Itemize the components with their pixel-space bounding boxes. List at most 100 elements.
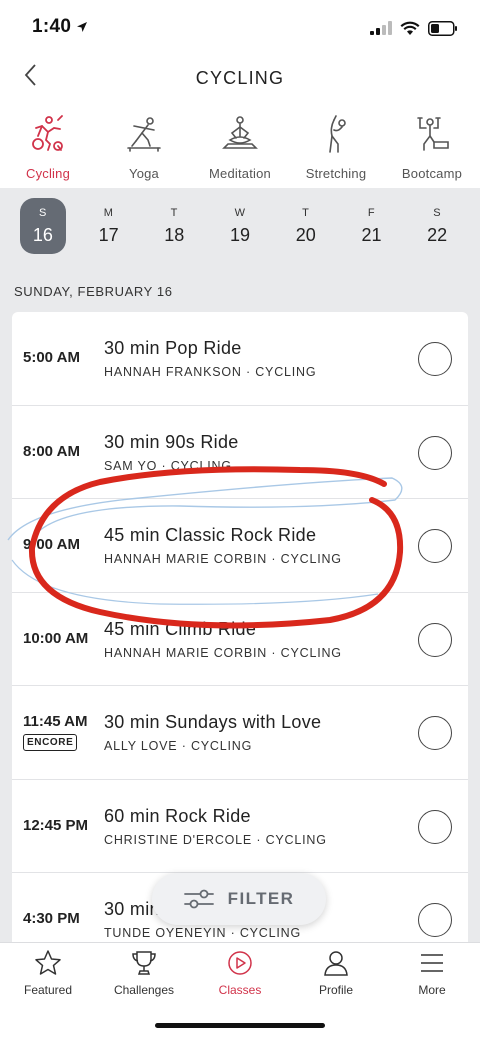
day-16[interactable]: S 16 <box>10 188 76 264</box>
date-header: SUNDAY, FEBRUARY 16 <box>14 284 173 299</box>
class-select-toggle[interactable] <box>418 435 452 470</box>
class-title: 60 min Rock Ride <box>104 805 251 826</box>
class-select-toggle[interactable] <box>418 809 452 844</box>
tab-more[interactable]: More <box>384 943 480 1038</box>
class-row[interactable]: 10:00 AM 45 min Climb Ride HANNAH MARIE … <box>12 593 468 686</box>
category-stretching[interactable]: Stretching <box>288 108 384 188</box>
class-instructor: ALLY LOVE <box>104 739 178 753</box>
class-meta: ALLY LOVE · CYCLING <box>104 739 253 753</box>
cycling-icon <box>32 115 63 151</box>
day-number: 22 <box>427 224 448 245</box>
class-title: 45 min Climb Ride <box>104 618 257 639</box>
day-number: 16 <box>32 224 53 245</box>
navigation-bar: CYCLING <box>0 56 480 102</box>
category-label: Yoga <box>129 166 159 181</box>
class-time: 9:00 AM <box>23 536 80 553</box>
class-select-toggle[interactable] <box>418 716 452 750</box>
class-row[interactable]: 9:00 AM 45 min Classic Rock Ride HANNAH … <box>12 499 468 593</box>
day-letter: T <box>302 206 310 219</box>
class-row[interactable]: 8:00 AM 30 min 90s Ride SAM YO · CYCLING <box>12 406 468 499</box>
day-number: 20 <box>295 224 316 245</box>
class-meta: CHRISTINE D'ERCOLE · CYCLING <box>104 832 327 847</box>
tab-label: Classes <box>218 983 262 997</box>
day-letter: S <box>433 206 442 219</box>
class-time: 4:30 PM <box>23 910 80 927</box>
class-select-toggle[interactable] <box>418 529 452 563</box>
tab-label: Profile <box>318 983 353 997</box>
day-letter: M <box>103 206 114 219</box>
class-row[interactable]: 12:45 PM 60 min Rock Ride CHRISTINE D'ER… <box>12 780 468 873</box>
person-icon <box>324 951 348 976</box>
category-label: Bootcamp <box>401 166 463 181</box>
day-22[interactable]: S 22 <box>404 188 470 264</box>
location-arrow-icon <box>77 22 87 32</box>
class-meta: HANNAH FRANKSON · CYCLING <box>104 365 317 379</box>
status-time: 1:40 <box>32 16 72 37</box>
class-title: 30 min 90s Ride <box>104 431 239 452</box>
schedule-content: SUNDAY, FEBRUARY 16 5:00 AM 30 min Pop R… <box>0 264 480 942</box>
class-time: 8:00 AM <box>23 442 80 460</box>
class-instructor: HANNAH FRANKSON <box>104 365 242 379</box>
class-category: CYCLING <box>170 458 232 473</box>
class-row[interactable]: 11:45 AM ENCORE 30 min Sundays with Love… <box>12 686 468 780</box>
day-number: 17 <box>98 224 119 245</box>
home-indicator <box>155 1023 325 1028</box>
class-category: CYCLING <box>239 926 302 940</box>
day-19[interactable]: W 19 <box>207 188 273 264</box>
class-list: 5:00 AM 30 min Pop Ride HANNAH FRANKSON … <box>12 312 468 942</box>
star-icon <box>35 950 61 975</box>
bootcamp-icon <box>417 117 449 151</box>
class-select-toggle[interactable] <box>418 622 452 657</box>
category-label: Cycling <box>25 166 71 181</box>
category-cycling[interactable]: Cycling <box>0 108 96 188</box>
class-instructor: TUNDE OYENEYIN <box>104 926 227 940</box>
class-category: CYCLING <box>280 645 342 660</box>
day-17[interactable]: M 17 <box>76 188 142 264</box>
category-yoga[interactable]: Yoga <box>96 108 192 188</box>
category-bootcamp[interactable]: Bootcamp <box>384 108 480 188</box>
yoga-icon <box>127 117 161 152</box>
play-circle-icon <box>228 951 252 975</box>
class-meta: HANNAH MARIE CORBIN · CYCLING <box>104 552 342 566</box>
class-select-toggle[interactable] <box>418 342 452 376</box>
class-row[interactable]: 5:00 AM 30 min Pop Ride HANNAH FRANKSON … <box>12 312 468 406</box>
day-letter: S <box>38 206 47 219</box>
tab-featured[interactable]: Featured <box>0 943 96 1038</box>
class-meta: TUNDE OYENEYIN · CYCLING <box>104 926 302 940</box>
day-number: 19 <box>230 224 251 245</box>
category-meditation[interactable]: Meditation <box>192 108 288 188</box>
class-time: 12:45 PM <box>23 816 89 834</box>
class-category: CYCLING <box>280 552 342 566</box>
encore-badge: ENCORE <box>23 734 78 751</box>
class-title: 30 min Sundays with Love <box>104 712 322 732</box>
class-category: CYCLING <box>255 365 317 379</box>
status-icons <box>370 18 458 38</box>
class-time: 10:00 AM <box>23 629 89 647</box>
class-instructor: CHRISTINE D'ERCOLE <box>104 832 253 847</box>
day-letter: F <box>367 206 376 219</box>
sliders-icon <box>183 889 214 909</box>
menu-icon <box>421 954 443 972</box>
class-category: CYCLING <box>265 832 327 847</box>
filter-button[interactable]: FILTER <box>152 873 326 925</box>
class-time: 5:00 AM <box>23 349 80 366</box>
filter-label: FILTER <box>227 889 295 908</box>
category-label: Stretching <box>305 166 367 181</box>
day-21[interactable]: F 21 <box>339 188 405 264</box>
class-meta: HANNAH MARIE CORBIN · CYCLING <box>104 645 342 660</box>
day-20[interactable]: T 20 <box>273 188 339 264</box>
wifi-icon <box>400 21 420 35</box>
category-selector: Cycling Yoga Meditation Stretching Bootc… <box>0 108 480 188</box>
day-letter: W <box>234 206 246 219</box>
class-title: 45 min Classic Rock Ride <box>104 525 317 545</box>
class-category: CYCLING <box>190 739 253 753</box>
day-18[interactable]: T 18 <box>141 188 207 264</box>
class-instructor: SAM YO <box>104 458 158 473</box>
meditation-icon <box>222 116 258 149</box>
battery-icon <box>428 20 457 36</box>
day-number: 18 <box>164 224 185 245</box>
class-select-toggle[interactable] <box>418 903 452 937</box>
stretching-icon <box>329 115 346 153</box>
trophy-icon <box>132 951 156 975</box>
status-bar: 1:40 <box>0 0 480 56</box>
